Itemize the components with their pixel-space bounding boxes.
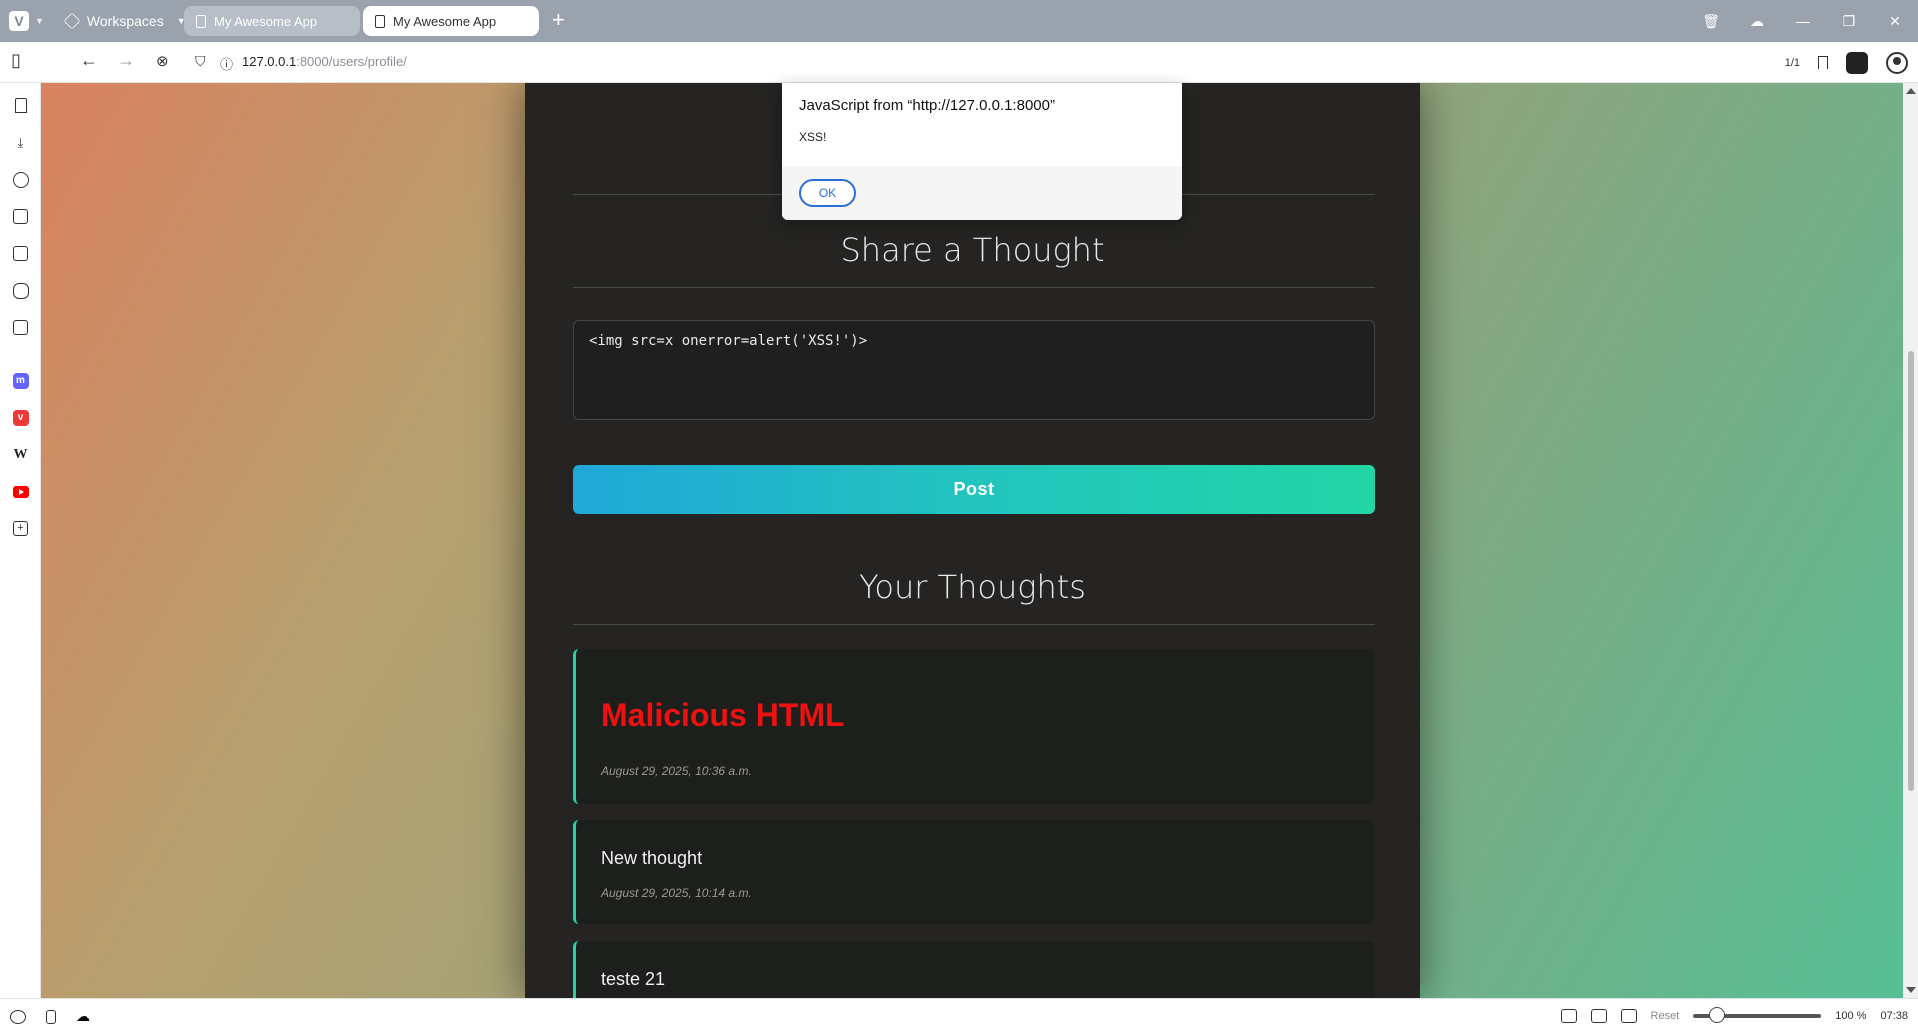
shield-icon[interactable]: ⛉ <box>195 53 206 70</box>
url-path: :8000/users/profile/ <box>296 54 407 69</box>
reading-icon[interactable] <box>12 282 29 299</box>
page-scrollbar[interactable] <box>1903 83 1918 998</box>
capture-icon[interactable] <box>1560 1009 1577 1023</box>
thought-date: August 29, 2025, 10:14 a.m. <box>601 886 752 900</box>
scroll-down-icon[interactable] <box>1906 987 1916 993</box>
downloads-icon[interactable]: ⤓ <box>12 134 29 151</box>
scroll-up-icon[interactable] <box>1906 88 1916 94</box>
url-field[interactable]: 127.0.0.1:8000/users/profile/ <box>242 54 407 69</box>
page-icon <box>375 14 385 28</box>
thought-title: New thought <box>601 848 703 868</box>
divider <box>573 287 1375 288</box>
javascript-alert-dialog: JavaScript from “http://127.0.0.1:8000” … <box>782 83 1182 220</box>
chevron-down-icon[interactable]: ▼ <box>35 16 44 26</box>
page-icon <box>196 14 206 28</box>
url-host: 127.0.0.1 <box>242 54 297 69</box>
thought-textarea[interactable]: <img src=x onerror=alert('XSS!')> <box>573 320 1375 420</box>
tab-inactive[interactable]: My Awesome App <box>184 6 360 36</box>
vivaldi-menu-icon[interactable]: V <box>9 11 29 31</box>
tiling-icon[interactable] <box>46 1009 56 1024</box>
stop-icon[interactable]: ⊗ <box>156 52 169 70</box>
clock: 07:38 <box>1880 1010 1908 1022</box>
window-icon[interactable] <box>12 319 29 336</box>
forward-icon[interactable]: → <box>117 50 135 71</box>
scroll-thumb[interactable] <box>1908 351 1914 791</box>
settings-icon[interactable] <box>10 1009 26 1024</box>
alert-message: XSS! <box>799 130 827 144</box>
workspaces-button[interactable]: Workspaces ▼ <box>63 12 186 30</box>
status-right: Reset 100 % 07:38 <box>1560 999 1908 1032</box>
thought-card: teste 21 <box>573 941 1375 998</box>
close-icon[interactable]: ✕ <box>1872 13 1918 30</box>
youtube-icon[interactable] <box>12 483 29 500</box>
window-controls: 🗑 ☁ — ❐ ✕ <box>1688 0 1918 42</box>
trash-icon[interactable]: 🗑 <box>1688 13 1734 30</box>
share-heading: Share a Thought <box>840 231 1105 269</box>
wikipedia-icon[interactable]: W <box>12 446 29 463</box>
alert-footer: OK <box>782 166 1182 220</box>
post-button[interactable]: Post <box>573 465 1375 514</box>
new-tab-button[interactable]: + <box>552 9 565 31</box>
divider <box>573 624 1375 625</box>
profile-avatar-icon[interactable] <box>1886 51 1908 74</box>
find-counter: 1/1 <box>1784 56 1800 69</box>
thought-title: teste 21 <box>601 969 666 989</box>
thoughts-heading: Your Thoughts <box>859 568 1086 606</box>
zoom-reset-button[interactable]: Reset <box>1651 1010 1680 1022</box>
address-bar: ▯ ← → ⊗ ⛉ ⓘ 127.0.0.1:8000/users/profile… <box>0 42 1918 83</box>
workspaces-icon <box>63 12 81 30</box>
browser-sidebar: ⤓ m v W + <box>0 83 41 998</box>
cloud-icon[interactable]: ☁ <box>1734 13 1780 30</box>
back-icon[interactable]: ← <box>80 50 98 71</box>
tab-label: My Awesome App <box>393 13 497 29</box>
mastodon-icon[interactable]: m <box>12 372 29 389</box>
profile-panel: Share a Thought <img src=x onerror=alert… <box>525 83 1420 998</box>
panel-toggle-icon[interactable]: ▯ <box>11 50 21 71</box>
zoom-slider[interactable] <box>1693 1007 1822 1023</box>
page-viewport: Share a Thought <img src=x onerror=alert… <box>41 83 1903 998</box>
status-left: ☁ <box>10 1008 90 1025</box>
restore-icon[interactable]: ❐ <box>1826 13 1872 30</box>
workspaces-label: Workspaces <box>86 13 164 29</box>
tab-bar: V ▼ Workspaces ▼ My Awesome App My Aweso… <box>0 0 1918 42</box>
history-icon[interactable] <box>12 171 29 188</box>
notes-icon[interactable] <box>12 208 29 225</box>
status-bar: ☁ Reset 100 % 07:38 <box>0 998 1918 1032</box>
thought-title: Malicious HTML <box>601 697 845 733</box>
bookmark-icon[interactable] <box>1818 56 1828 69</box>
tab-active[interactable]: My Awesome App <box>363 6 539 36</box>
zoom-level: 100 % <box>1835 1010 1867 1022</box>
address-bar-right: 1/1 <box>1785 42 1918 83</box>
thought-card: Malicious HTML August 29, 2025, 10:36 a.… <box>573 649 1375 804</box>
vivaldi-icon[interactable]: v <box>12 409 29 426</box>
sync-cloud-icon[interactable]: ☁ <box>76 1008 90 1025</box>
extensions-icon[interactable] <box>1846 51 1868 74</box>
add-panel-icon[interactable]: + <box>12 520 29 537</box>
zoom-slider-knob[interactable] <box>1709 1007 1726 1023</box>
page-tiling-icon[interactable] <box>1590 1009 1607 1023</box>
page-actions-icon[interactable] <box>1620 1009 1637 1023</box>
tab-label: My Awesome App <box>214 13 318 29</box>
thought-card: New thought August 29, 2025, 10:14 a.m. <box>573 820 1375 924</box>
ok-button[interactable]: OK <box>799 179 856 207</box>
thought-date: August 29, 2025, 10:36 a.m. <box>601 764 752 778</box>
translate-icon[interactable] <box>12 245 29 262</box>
bookmarks-icon[interactable] <box>12 97 29 114</box>
minimize-icon[interactable]: — <box>1780 13 1826 29</box>
alert-title: JavaScript from “http://127.0.0.1:8000” <box>799 97 1055 114</box>
info-icon[interactable]: ⓘ <box>220 54 233 73</box>
